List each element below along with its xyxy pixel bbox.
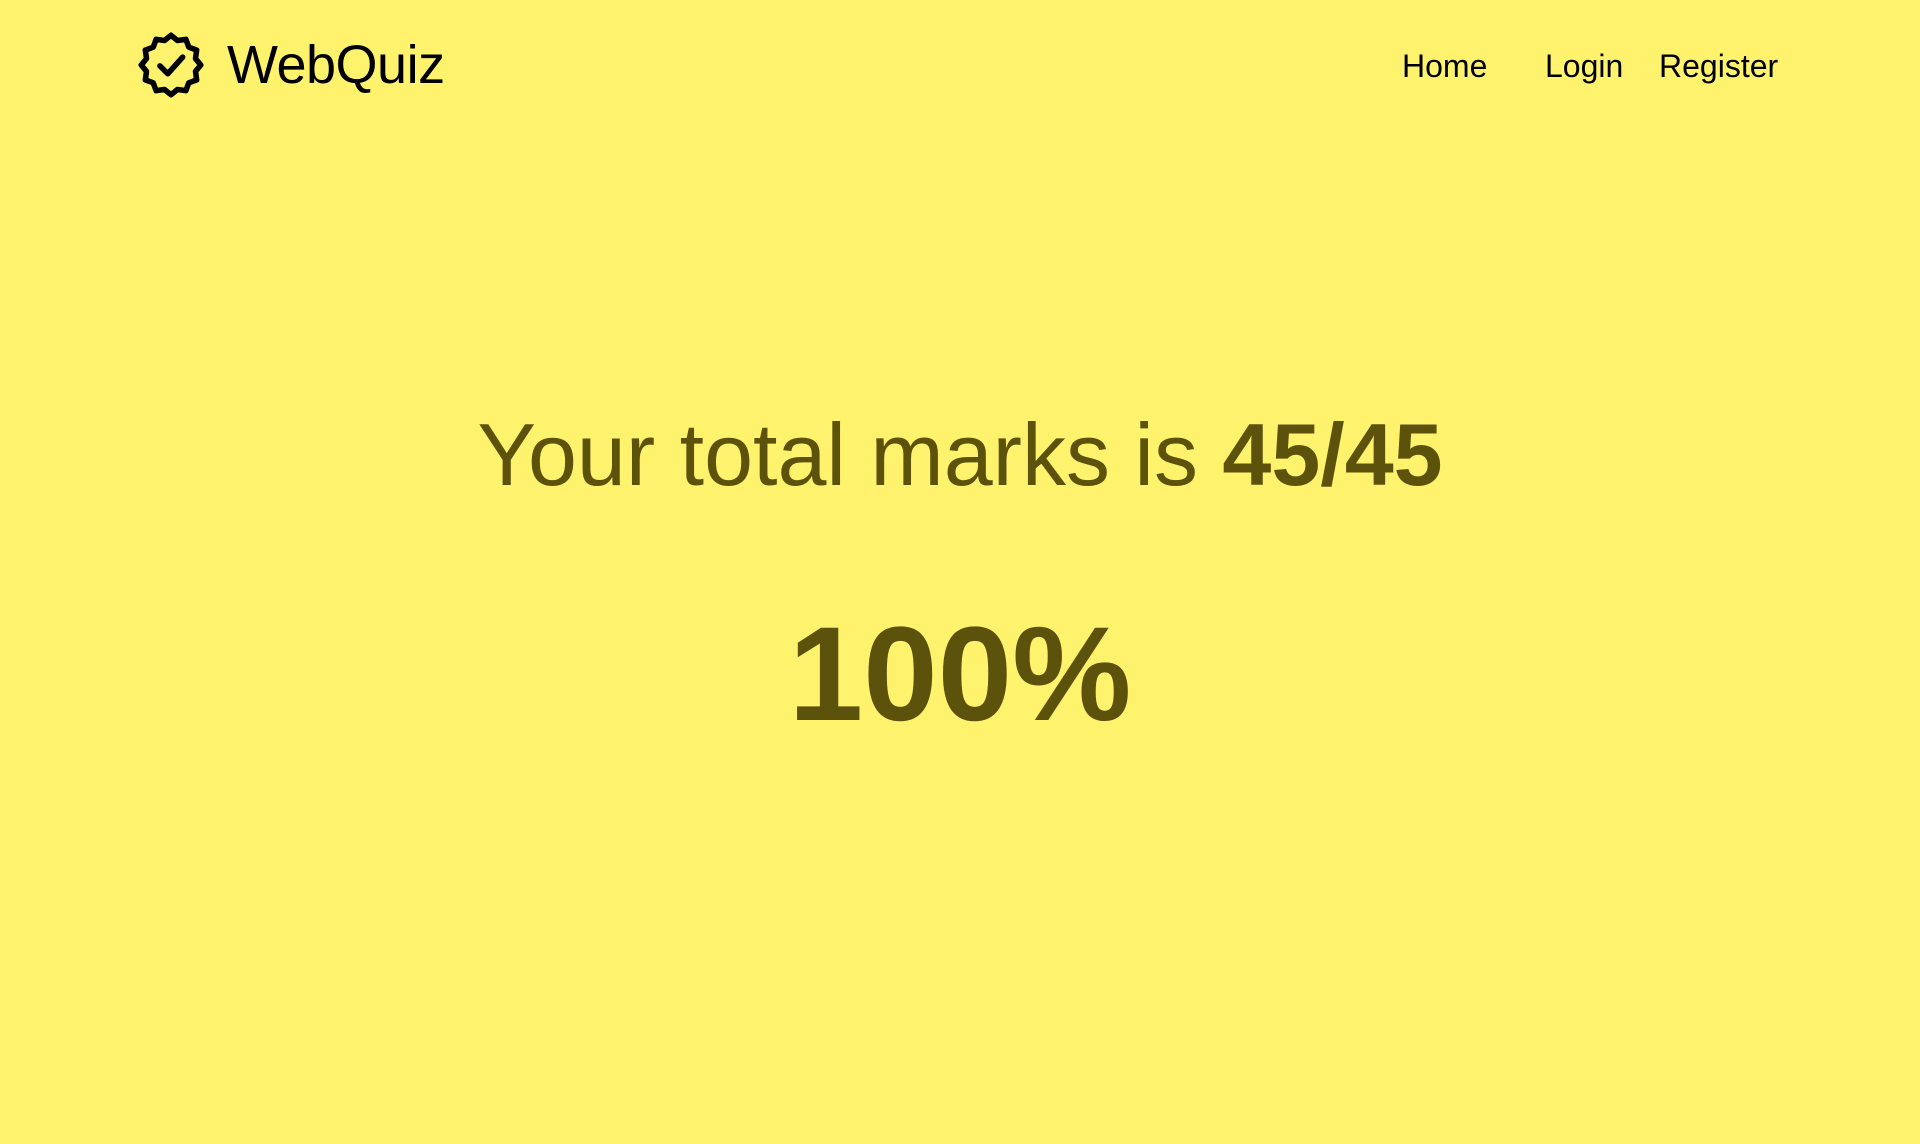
result-heading: Your total marks is 45/45 [0,395,1920,515]
nav-links: Home Login Register [0,44,1920,88]
page: WebQuiz Home Login Register Your total m… [0,0,1920,1144]
nav-link-login[interactable]: Login [1545,44,1623,88]
result-score: 45/45 [1222,405,1443,504]
navbar: WebQuiz Home Login Register [0,0,1920,130]
result-text: Your total marks is [477,405,1198,504]
result-percentage: 100% [788,600,1132,749]
nav-link-home[interactable]: Home [1402,44,1487,88]
nav-link-register[interactable]: Register [1659,44,1778,88]
